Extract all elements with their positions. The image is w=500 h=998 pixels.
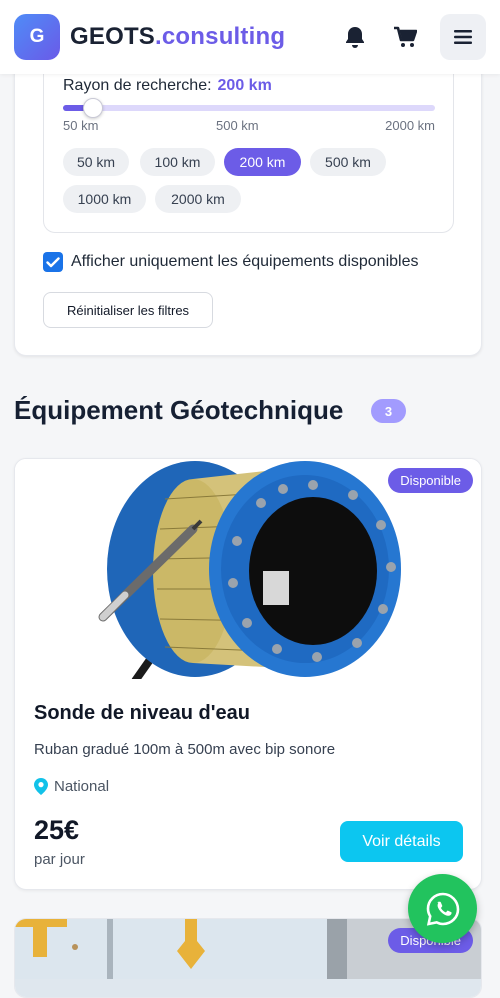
chip-1000km[interactable]: 1000 km [63, 185, 146, 213]
available-only-label: Afficher uniquement les équipements disp… [71, 253, 419, 270]
price-unit: par jour [34, 851, 85, 868]
product-image[interactable]: Disponible [15, 459, 481, 684]
product-location: National [34, 778, 109, 795]
radius-filter: Rayon de recherche: 200 km 50 km 500 km 2… [43, 61, 454, 233]
availability-badge: Disponible [388, 468, 473, 493]
chip-50km[interactable]: 50 km [63, 148, 129, 176]
location-label: National [54, 778, 110, 795]
slider-min-label: 50 km [63, 118, 99, 133]
product-image[interactable]: Disponible [15, 919, 481, 997]
logo[interactable]: G [14, 14, 60, 60]
whatsapp-button[interactable] [408, 874, 477, 943]
cart-icon[interactable] [390, 22, 420, 52]
product-price: 25€ [34, 815, 80, 845]
slider-max-label: 2000 km [385, 118, 435, 133]
section-title: Équipement Géotechnique [14, 395, 344, 425]
available-only-checkbox[interactable] [43, 252, 63, 272]
slider-mid-label: 500 km [216, 118, 259, 133]
location-pin-icon [34, 778, 48, 795]
app-header: G GEOTS.consulting [0, 0, 500, 74]
chip-100km[interactable]: 100 km [140, 148, 215, 176]
available-only-row[interactable]: Afficher uniquement les équipements disp… [43, 252, 418, 272]
brand-accent: .consulting [155, 23, 286, 50]
brand-name[interactable]: GEOTS.consulting [70, 23, 285, 51]
slider-thumb[interactable] [82, 98, 103, 118]
check-icon [46, 256, 60, 267]
logo-letter: G [29, 26, 45, 47]
header-actions [320, 14, 486, 60]
radius-slider[interactable] [63, 98, 435, 118]
radius-heading: Rayon de recherche: 200 km [63, 77, 272, 95]
view-details-button[interactable]: Voir détails [340, 821, 463, 862]
chip-2000km[interactable]: 2000 km [155, 185, 241, 213]
bell-icon[interactable] [340, 22, 370, 52]
menu-button[interactable] [440, 14, 486, 60]
brand-main: GEOTS [70, 23, 156, 50]
radius-label: Rayon de recherche: [63, 77, 212, 94]
whatsapp-icon [426, 892, 459, 926]
product-title[interactable]: Sonde de niveau d'eau [34, 702, 250, 725]
radius-value: 200 km [217, 77, 272, 94]
product-card[interactable]: Disponible [14, 918, 482, 998]
chip-200km[interactable]: 200 km [224, 148, 301, 176]
product-description: Ruban gradué 100m à 500m avec bip sonore [34, 741, 336, 758]
menu-icon [454, 30, 472, 44]
chip-500km[interactable]: 500 km [310, 148, 386, 176]
filter-panel: Rayon de recherche: 200 km 50 km 500 km 2… [14, 60, 482, 356]
product-card[interactable]: Disponible Sonde de niveau d'eau Ruban g… [14, 458, 482, 890]
result-count-badge: 3 [371, 399, 406, 423]
reset-filters-button[interactable]: Réinitialiser les filtres [43, 292, 213, 328]
